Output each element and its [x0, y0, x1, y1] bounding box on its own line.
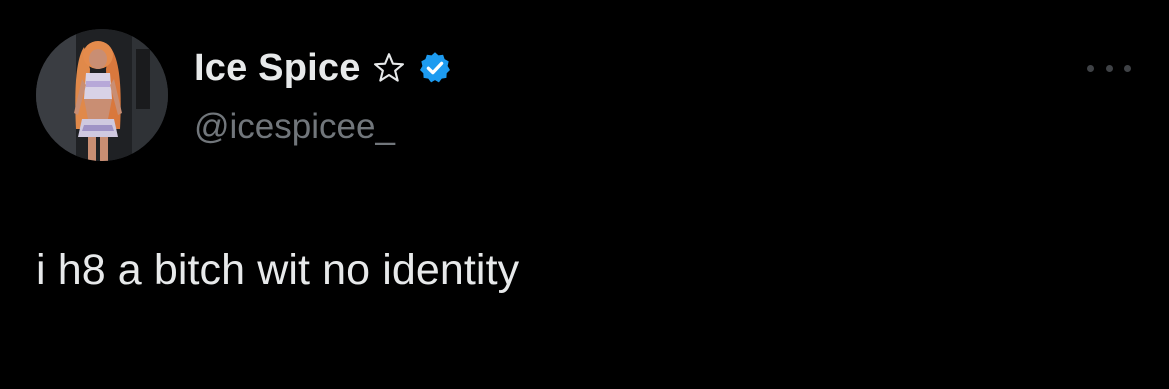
more-dot [1087, 64, 1094, 72]
author-handle[interactable]: @icespicee_ [194, 107, 395, 147]
avatar[interactable] [36, 29, 168, 161]
verified-badge-icon [417, 50, 453, 86]
more-horizontal-icon[interactable] [1087, 58, 1131, 78]
more-dot [1124, 64, 1131, 72]
author-display-name[interactable]: Ice Spice [194, 47, 361, 90]
more-dot [1105, 64, 1113, 72]
author-name-row[interactable]: Ice Spice [194, 46, 453, 90]
star-outline-icon [371, 50, 407, 86]
avatar-image [36, 29, 168, 161]
tweet-card: Ice Spice @icespicee_ i h8 a bitch wit n… [0, 0, 1169, 389]
tweet-text: i h8 a bitch wit no identity [36, 246, 520, 294]
